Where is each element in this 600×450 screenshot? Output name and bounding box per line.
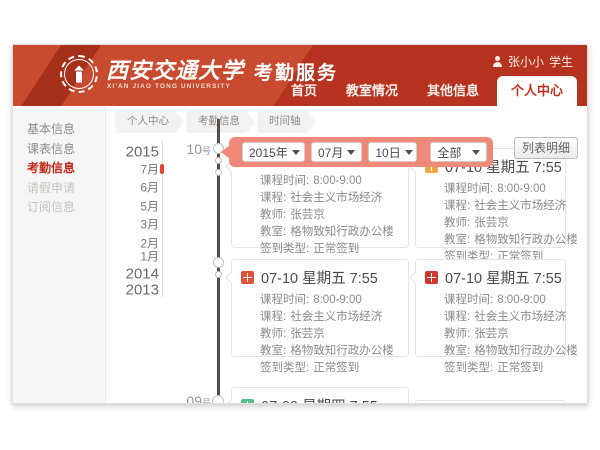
card-body: 课程时间:8:00-9:00 课程:社会主义市场经济 教师:张芸京 教室:格物致… [232, 171, 408, 266]
nav-classrooms[interactable]: 教室情况 [335, 76, 409, 106]
attendance-app-window: 西安交通大学 XI'AN JIAO TONG UNIVERSITY 考勤服务 张… [12, 44, 588, 404]
attendance-card: 07-09 星期四 7:55 [231, 387, 409, 404]
timeline-node [213, 257, 224, 268]
timeline-scale: 2015 7月 6月 5月 3月 2月 1月 2014 2013 [71, 45, 159, 403]
card-date: 07-09 星期四 7:55 [261, 395, 378, 404]
date-filter-bar: 2015年 07月 10日 全部 [229, 137, 493, 167]
attendance-card: 07-10 星期五 7:55 课程时间:8:00-9:00 课程:社会主义市场经… [415, 259, 566, 357]
scale-year-2015[interactable]: 2015 [126, 144, 159, 161]
day-marker-09: 09号 [169, 393, 211, 404]
chevron-down-icon [347, 150, 355, 159]
list-detail-button[interactable]: 列表明细 [514, 137, 578, 159]
attendance-type-icon [241, 271, 254, 284]
month-select[interactable]: 07月 [311, 142, 362, 162]
year-select[interactable]: 2015年 [242, 142, 305, 162]
card-header: 07-09 星期四 7:55 [232, 388, 408, 404]
timeline-node [212, 395, 224, 404]
chevron-down-icon [405, 150, 413, 159]
current-month-marker [160, 164, 164, 174]
scale-month-jan[interactable]: 1月 [140, 248, 159, 265]
scale-month-mar[interactable]: 3月 [140, 216, 159, 233]
card-date: 07-10 星期五 7:55 [261, 267, 378, 288]
nav-home[interactable]: 首页 [280, 76, 328, 106]
user-account[interactable]: 张小小 学生 [492, 53, 573, 70]
attendance-card: 07-10 星期五 7:55 课程时间:8:00-9:00 课程:社会主义市场经… [231, 259, 409, 357]
scale-month-jun[interactable]: 6月 [140, 179, 159, 196]
breadcrumb-timeline[interactable]: 时间轴 [258, 111, 315, 131]
chevron-down-icon [472, 150, 480, 159]
card-body: 课程时间:8:00-9:00 课程:社会主义市场经济 教师:张芸京 教室:格物致… [416, 290, 565, 385]
scale-year-2014[interactable]: 2014 [126, 266, 159, 283]
timeline-node [215, 169, 222, 176]
breadcrumb-attendance-info[interactable]: 考勤信息 [187, 111, 254, 131]
card-date: 07-10 星期五 7:55 [445, 267, 562, 288]
day-marker-10: 10号 [169, 141, 211, 157]
nav-personal-center[interactable]: 个人中心 [497, 76, 577, 106]
top-nav: 首页 教室情况 其他信息 个人中心 [273, 76, 577, 106]
attendance-type-icon [241, 399, 254, 404]
card-header: 07-10 星期五 7:55 [416, 260, 565, 290]
user-role: 学生 [549, 53, 573, 70]
card-body: 课程时间:8:00-9:00 课程:社会主义市场经济 教师:张芸京 教室:格物致… [232, 290, 408, 385]
type-select[interactable]: 全部 [430, 142, 487, 162]
scale-month-jul[interactable]: 7月 [140, 161, 159, 178]
scale-year-2013[interactable]: 2013 [126, 282, 159, 299]
nav-other-info[interactable]: 其他信息 [416, 76, 490, 106]
user-name: 张小小 [508, 53, 544, 70]
scale-month-may[interactable]: 5月 [140, 198, 159, 215]
attendance-card-partial [415, 400, 566, 404]
attendance-type-icon [425, 271, 438, 284]
chevron-down-icon [292, 150, 300, 159]
timeline-node [215, 271, 222, 278]
day-select[interactable]: 10日 [368, 142, 417, 162]
person-icon [492, 56, 503, 67]
